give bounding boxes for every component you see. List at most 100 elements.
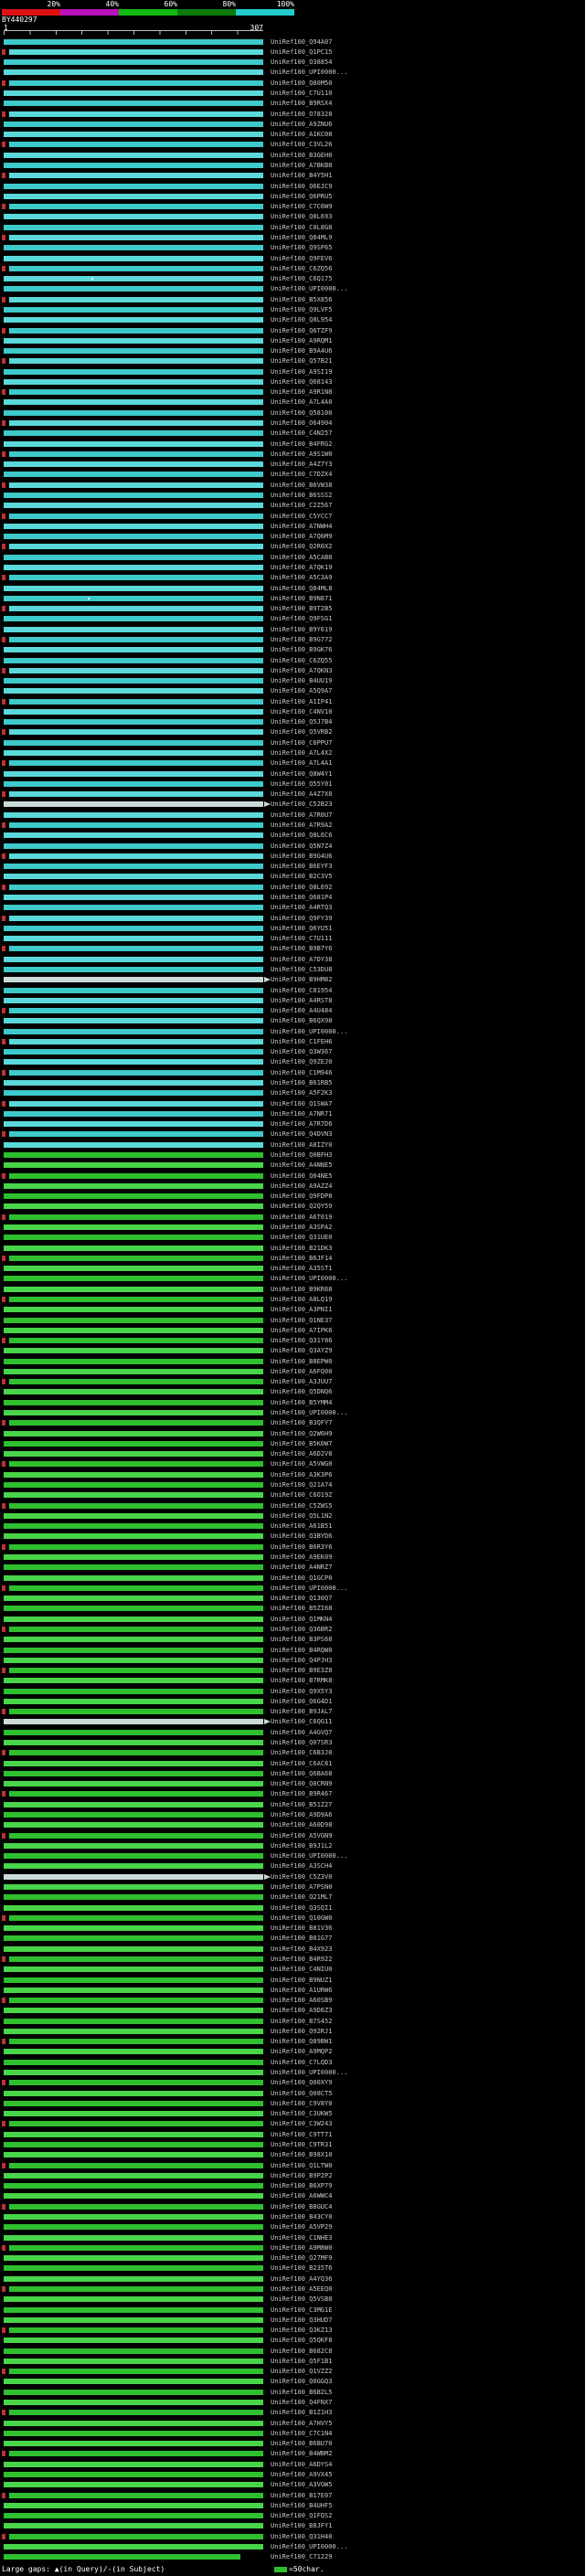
hit-label[interactable]: UniRef100_Q1PC15 xyxy=(271,48,332,56)
hit-label[interactable]: UniRef100_A5VGN9 xyxy=(271,1832,332,1839)
hit-label[interactable]: UniRef100_B4X923 xyxy=(271,1945,332,1953)
hit-label[interactable]: UniRef100_B9N871 xyxy=(271,595,332,602)
hit-label[interactable]: UniRef100_Q1SWA7 xyxy=(271,1100,332,1108)
hit-bar[interactable] xyxy=(4,1894,263,1901)
hit-label[interactable]: UniRef100_A3VGW5 xyxy=(271,2481,332,2488)
hit-label[interactable]: UniRef100_C6ZQ56 xyxy=(271,265,332,272)
hit-bar[interactable] xyxy=(4,1987,263,1993)
hit-label[interactable]: UniRef100_B9RSX4 xyxy=(271,100,332,107)
hit-bar[interactable] xyxy=(4,1553,263,1560)
hit-label[interactable]: UniRef100_Q21ML7 xyxy=(271,1893,332,1901)
hit-label[interactable]: UniRef100_B9R467 xyxy=(271,1790,332,1797)
hit-label[interactable]: UniRef100_A3JUU7 xyxy=(271,1378,332,1385)
hit-label[interactable]: UniRef100_A9D6Z3 xyxy=(271,2007,332,2014)
hit-label[interactable]: UniRef100_B21DK3 xyxy=(271,1245,332,1252)
hit-label[interactable]: UniRef100_A9EK09 xyxy=(271,1553,332,1561)
hit-label[interactable]: UniRef100_A1IP41 xyxy=(271,698,332,705)
hit-label[interactable]: UniRef100_C7C1N4 xyxy=(271,2430,332,2437)
hit-bar[interactable] xyxy=(9,1461,263,1468)
hit-label[interactable]: UniRef100_B682C8 xyxy=(271,2348,332,2355)
hit-bar[interactable] xyxy=(9,1379,263,1385)
hit-bar[interactable] xyxy=(4,2472,263,2478)
hit-label[interactable]: UniRef100_C2Z567 xyxy=(271,502,332,509)
hit-bar[interactable] xyxy=(4,936,263,942)
hit-label[interactable]: UniRef100_Q3SQI1 xyxy=(271,1904,332,1912)
hit-label[interactable]: UniRef100_C7U110 xyxy=(271,90,332,97)
hit-label[interactable]: UniRef100_B43CY0 xyxy=(271,2213,332,2221)
hit-bar[interactable] xyxy=(4,1182,263,1189)
hit-label[interactable]: UniRef100_B98X10 xyxy=(271,2151,332,2158)
hit-bar[interactable] xyxy=(4,1574,263,1581)
hit-label[interactable]: UniRef100_B7S452 xyxy=(271,2018,332,2025)
hit-bar[interactable] xyxy=(4,1141,263,1148)
hit-bar[interactable] xyxy=(4,69,263,76)
hit-bar[interactable] xyxy=(9,2121,263,2127)
hit-label[interactable]: UniRef100_C4NIU0 xyxy=(271,1966,332,1973)
hit-label[interactable]: UniRef100_C1NHE3 xyxy=(271,2234,332,2242)
hit-bar[interactable] xyxy=(4,368,263,375)
hit-label[interactable]: UniRef100_UPI0000... xyxy=(271,2543,347,2550)
hit-label[interactable]: UniRef100_C53DU8 xyxy=(271,966,332,973)
hit-bar[interactable] xyxy=(9,667,263,673)
hit-bar[interactable] xyxy=(4,1399,263,1405)
hit-bar[interactable] xyxy=(4,1822,263,1829)
hit-bar[interactable] xyxy=(4,1018,263,1024)
hit-label[interactable]: UniRef100_C1M946 xyxy=(271,1069,332,1076)
hit-label[interactable]: UniRef100_A3SCH4 xyxy=(271,1862,332,1870)
hit-bar[interactable] xyxy=(4,2131,263,2137)
hit-bar[interactable] xyxy=(4,595,263,601)
hit-label[interactable]: UniRef100_A9S1W0 xyxy=(271,451,332,458)
hit-bar[interactable] xyxy=(4,2441,263,2447)
hit-label[interactable]: UniRef100_A6DYS4 xyxy=(271,2461,332,2468)
hit-bar[interactable] xyxy=(4,770,263,777)
hit-bar[interactable] xyxy=(4,1307,263,1313)
hit-bar[interactable] xyxy=(4,2142,263,2148)
hit-label[interactable]: UniRef100_B235T6 xyxy=(271,2264,332,2272)
hit-label[interactable]: UniRef100_UPI0000... xyxy=(271,2069,347,2076)
hit-label[interactable]: UniRef100_B6JF14 xyxy=(271,1255,332,1262)
hit-bar[interactable] xyxy=(4,1049,263,1055)
hit-label[interactable]: UniRef100_Q21A74 xyxy=(271,1481,332,1489)
hit-label[interactable]: UniRef100_Q1GCP0 xyxy=(271,1574,332,1582)
hit-bar[interactable] xyxy=(4,2389,263,2395)
hit-bar[interactable] xyxy=(4,987,263,993)
hit-bar[interactable] xyxy=(9,296,263,302)
hit-label[interactable]: UniRef100_B9KR68 xyxy=(271,1286,332,1293)
hit-bar[interactable] xyxy=(4,2265,263,2272)
hit-bar[interactable] xyxy=(4,1235,263,1241)
hit-bar[interactable] xyxy=(4,2152,263,2158)
hit-bar[interactable] xyxy=(9,791,263,798)
hit-bar[interactable] xyxy=(9,1709,263,1715)
hit-bar[interactable] xyxy=(4,193,263,199)
hit-bar[interactable] xyxy=(4,337,263,344)
hit-label[interactable]: UniRef100_C4N257 xyxy=(271,429,332,437)
hit-bar[interactable] xyxy=(4,678,263,684)
hit-label[interactable]: UniRef100_B7RMK8 xyxy=(271,1677,332,1684)
hit-label[interactable]: UniRef100_A7L4A1 xyxy=(271,759,332,767)
hit-bar[interactable] xyxy=(4,1121,263,1128)
hit-bar[interactable] xyxy=(9,2080,263,2086)
hit-bar[interactable] xyxy=(4,1348,263,1354)
hit-label[interactable]: UniRef100_B17E07 xyxy=(271,2492,332,2499)
hit-label[interactable]: UniRef100_B6EYF3 xyxy=(271,863,332,870)
hit-bar[interactable] xyxy=(4,832,263,839)
hit-bar[interactable] xyxy=(9,822,263,829)
hit-bar[interactable] xyxy=(4,1080,263,1087)
hit-label[interactable]: UniRef100_A7NWH4 xyxy=(271,523,332,530)
hit-label[interactable]: UniRef100_C9TT71 xyxy=(271,2131,332,2138)
hit-label[interactable]: UniRef100_A7PSN0 xyxy=(271,1883,332,1891)
hit-label[interactable]: UniRef100_A4Z7Y3 xyxy=(271,461,332,468)
hit-label[interactable]: UniRef100_B6BU70 xyxy=(271,2440,332,2447)
hit-label[interactable]: UniRef100_A4YQ36 xyxy=(271,2275,332,2283)
hit-bar[interactable] xyxy=(4,1729,263,1735)
hit-bar[interactable] xyxy=(4,1760,263,1766)
hit-label[interactable]: UniRef100_A4RTQ3 xyxy=(271,904,332,911)
hit-bar[interactable] xyxy=(4,2379,263,2385)
hit-label[interactable]: UniRef100_B6XP79 xyxy=(271,2182,332,2189)
hit-label[interactable]: UniRef100_B4FRG2 xyxy=(271,440,332,448)
hit-bar[interactable] xyxy=(4,719,263,726)
hit-bar[interactable] xyxy=(4,1533,263,1540)
hit-bar[interactable] xyxy=(4,1471,263,1478)
hit-bar[interactable] xyxy=(4,708,263,715)
hit-label[interactable]: UniRef100_B6VW38 xyxy=(271,482,332,489)
